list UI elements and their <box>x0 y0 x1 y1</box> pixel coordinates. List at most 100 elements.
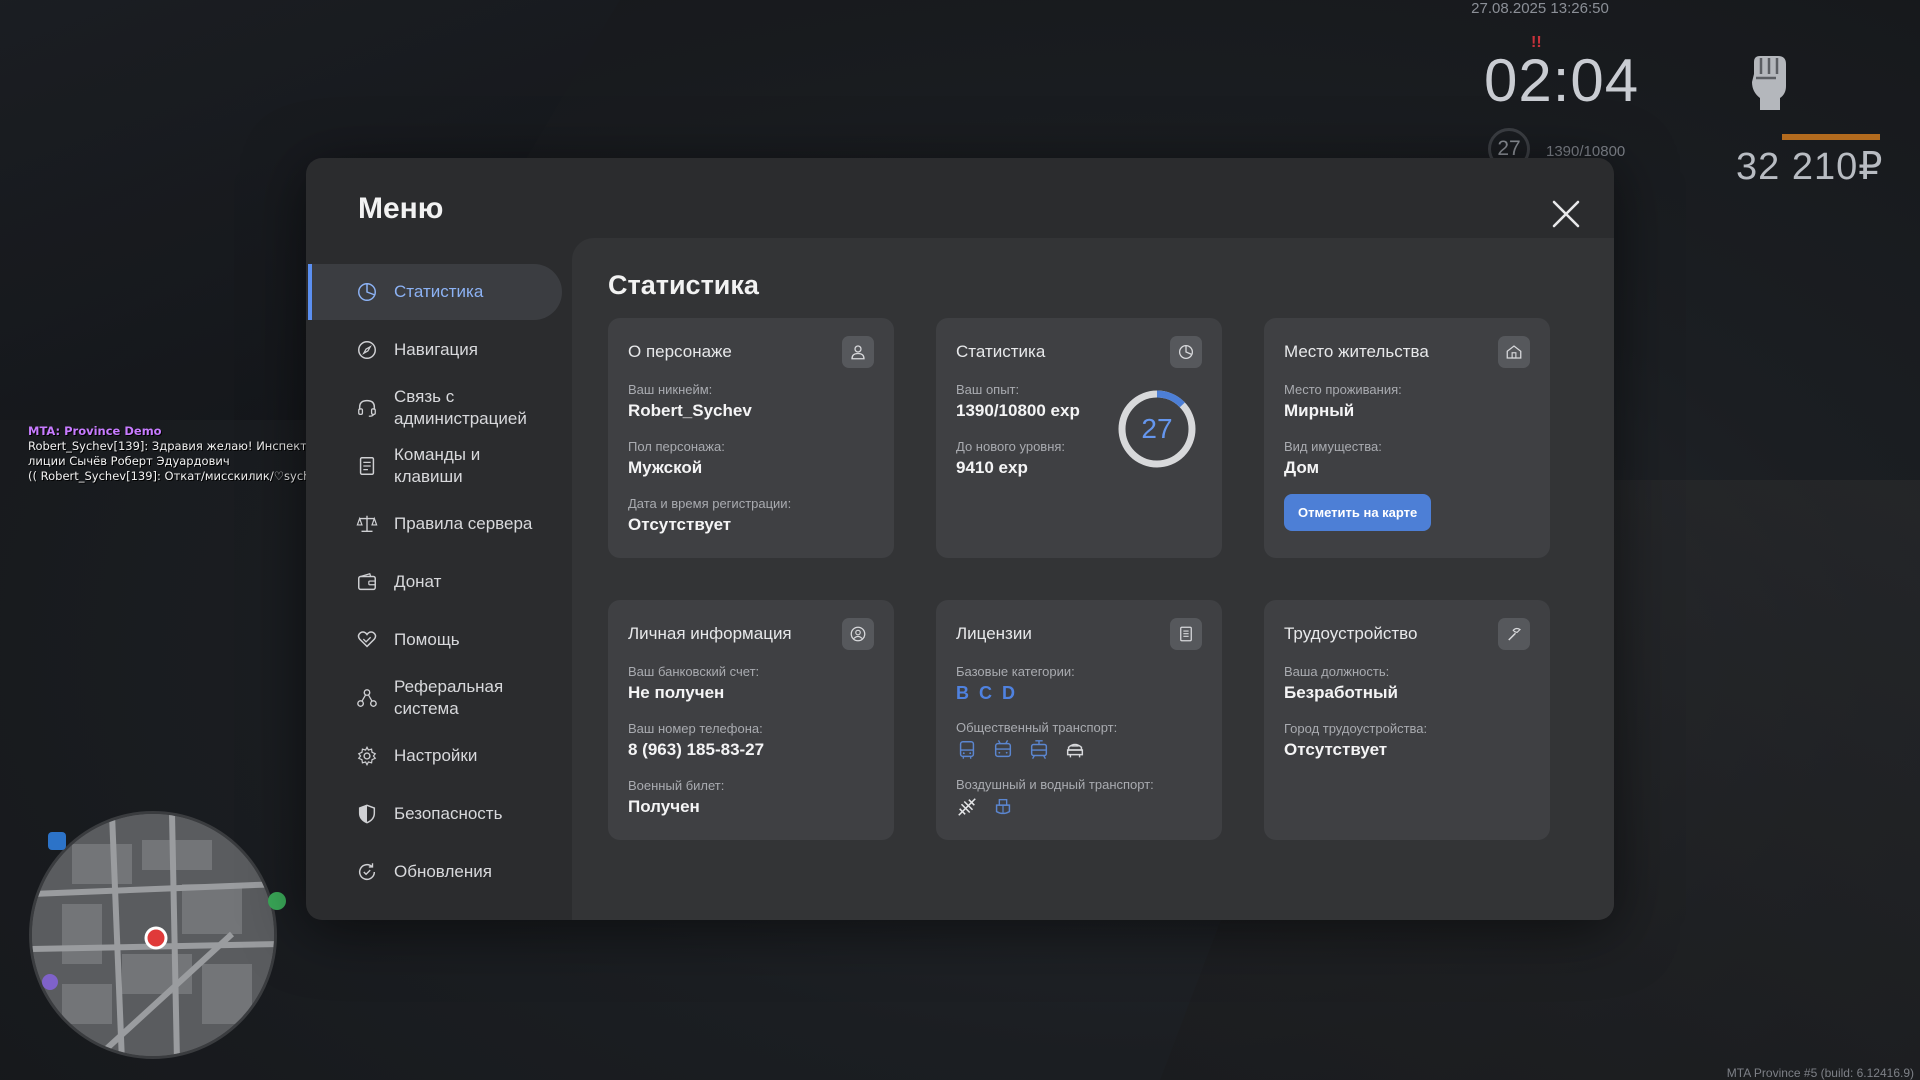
user-icon <box>842 336 874 368</box>
scales-icon <box>356 513 378 535</box>
license-category: B <box>956 683 969 703</box>
menu-window: Меню Статистика Навигация Связь с админи… <box>306 158 1614 920</box>
sidebar-item-label: Правила сервера <box>394 514 533 533</box>
field-label: Дата и время регистрации: <box>628 496 792 511</box>
pie-chart-icon <box>1170 336 1202 368</box>
military-id-value: Получен <box>628 797 700 816</box>
sidebar-item-security[interactable]: Безопасность <box>308 786 562 842</box>
sidebar-item-label: Помощь <box>394 630 460 649</box>
wallet-icon <box>356 571 378 593</box>
sidebar-item-settings[interactable]: Настройки <box>308 728 562 784</box>
sidebar: Статистика Навигация Связь с администрац… <box>308 264 562 902</box>
tram-icon <box>1028 739 1050 761</box>
card-title: Статистика <box>956 342 1046 361</box>
license-category: D <box>1002 683 1015 703</box>
field-label: Вид имущества: <box>1284 439 1382 454</box>
refresh-check-icon <box>356 861 378 883</box>
hud-clock: 02:04 <box>1484 47 1640 114</box>
user-circle-icon <box>842 618 874 650</box>
field-label: Ваш номер телефона: <box>628 721 763 736</box>
sidebar-item-label: Команды и клавиши <box>394 445 481 486</box>
card-personal: Личная информация Ваш банковский счет: Н… <box>608 600 894 840</box>
field-label: Ваш никнейм: <box>628 382 713 397</box>
position-value: Безработный <box>1284 683 1398 702</box>
sidebar-item-commands[interactable]: Команды и клавиши <box>308 438 562 494</box>
map-marker-icon <box>42 974 58 990</box>
nickname-value: Robert_Sychev <box>628 401 752 420</box>
sidebar-item-label: Обновления <box>394 862 492 881</box>
build-info: MTA Province #5 (build: 6.12416.9) <box>1726 1066 1914 1080</box>
license-icon <box>1170 618 1202 650</box>
hammer-icon <box>1498 618 1530 650</box>
sidebar-item-admin-contact[interactable]: Связь с администрацией <box>308 380 562 436</box>
minimap[interactable] <box>29 811 277 1059</box>
sidebar-item-help[interactable]: Помощь <box>308 612 562 668</box>
sidebar-item-label: Статистика <box>394 282 484 301</box>
headset-icon <box>356 397 378 419</box>
card-licenses: Лицензии Базовые категории: B C D Общест… <box>936 600 1222 840</box>
map-marker-icon <box>268 892 286 910</box>
field-label: Базовые категории: <box>956 664 1075 679</box>
field-label: Место проживания: <box>1284 382 1402 397</box>
hud-datetime: 27.08.2025 13:26:50 <box>1471 0 1609 17</box>
sidebar-item-label: Реферальная система <box>394 677 504 718</box>
home-icon <box>1498 336 1530 368</box>
card-title: Трудоустройство <box>1284 624 1418 643</box>
gear-icon <box>356 745 378 767</box>
sidebar-item-rules[interactable]: Правила сервера <box>308 496 562 552</box>
license-categories: B C D <box>956 683 1202 704</box>
mark-on-map-button[interactable]: Отметить на карте <box>1284 494 1432 531</box>
field-label: Общественный транспорт: <box>956 720 1118 735</box>
content-panel: Статистика О персонаже Ваш никнейм: Robe… <box>572 238 1614 920</box>
card-employment: Трудоустройство Ваша должность: Безработ… <box>1264 600 1550 840</box>
field-label: Город трудоустройства: <box>1284 721 1428 736</box>
sidebar-item-statistics[interactable]: Статистика <box>308 264 562 320</box>
public-transport-icons <box>956 739 1202 761</box>
airplane-icon <box>956 796 978 818</box>
close-icon <box>1552 200 1580 228</box>
field-label: Пол персонажа: <box>628 439 725 454</box>
card-character: О персонаже Ваш никнейм: Robert_Sychev П… <box>608 318 894 558</box>
close-button[interactable] <box>1546 194 1586 234</box>
sidebar-item-label: Безопасность <box>394 804 503 823</box>
sidebar-item-donate[interactable]: Донат <box>308 554 562 610</box>
registration-value: Отсутствует <box>628 515 732 534</box>
card-stats: Статистика Ваш опыт: 1390/10800 exp До н… <box>936 318 1222 558</box>
level-value: 27 <box>1141 413 1173 444</box>
boat-icon <box>992 796 1014 818</box>
license-category: C <box>979 683 992 703</box>
taxi-icon <box>1064 739 1086 761</box>
sidebar-item-updates[interactable]: Обновления <box>308 844 562 900</box>
heart-hand-icon <box>356 629 378 651</box>
property-type-value: Дом <box>1284 458 1320 477</box>
card-title: Личная информация <box>628 624 792 643</box>
gender-value: Мужской <box>628 458 703 477</box>
bus-stop-icon <box>48 832 66 850</box>
bus-icon <box>956 739 978 761</box>
card-title: Лицензии <box>956 624 1032 643</box>
hud-health-bar <box>1782 134 1880 140</box>
card-residence: Место жительства Место проживания: Мирны… <box>1264 318 1550 558</box>
card-title: О персонаже <box>628 342 732 361</box>
employment-city-value: Отсутствует <box>1284 740 1388 759</box>
sidebar-item-label: Навигация <box>394 340 478 359</box>
field-label: Военный билет: <box>628 778 725 793</box>
card-title: Место жительства <box>1284 342 1429 361</box>
fist-icon <box>1744 52 1792 114</box>
sidebar-item-label: Связь с администрацией <box>394 387 527 428</box>
bank-account-value: Не получен <box>628 683 725 702</box>
referral-icon <box>356 687 378 709</box>
shield-icon <box>356 803 378 825</box>
sidebar-item-navigation[interactable]: Навигация <box>308 322 562 378</box>
pie-chart-icon <box>356 281 378 303</box>
residence-value: Мирный <box>1284 401 1355 420</box>
phone-value: 8 (963) 185-83-27 <box>628 740 765 759</box>
menu-title: Меню <box>358 192 444 225</box>
page-title: Статистика <box>608 270 759 300</box>
field-label: Ваша должность: <box>1284 664 1390 679</box>
sidebar-item-label: Настройки <box>394 746 478 765</box>
sidebar-item-referral[interactable]: Реферальная система <box>308 670 562 726</box>
field-label: Воздушный и водный транспорт: <box>956 777 1154 792</box>
trolleybus-icon <box>992 739 1014 761</box>
field-label: Ваш банковский счет: <box>628 664 760 679</box>
